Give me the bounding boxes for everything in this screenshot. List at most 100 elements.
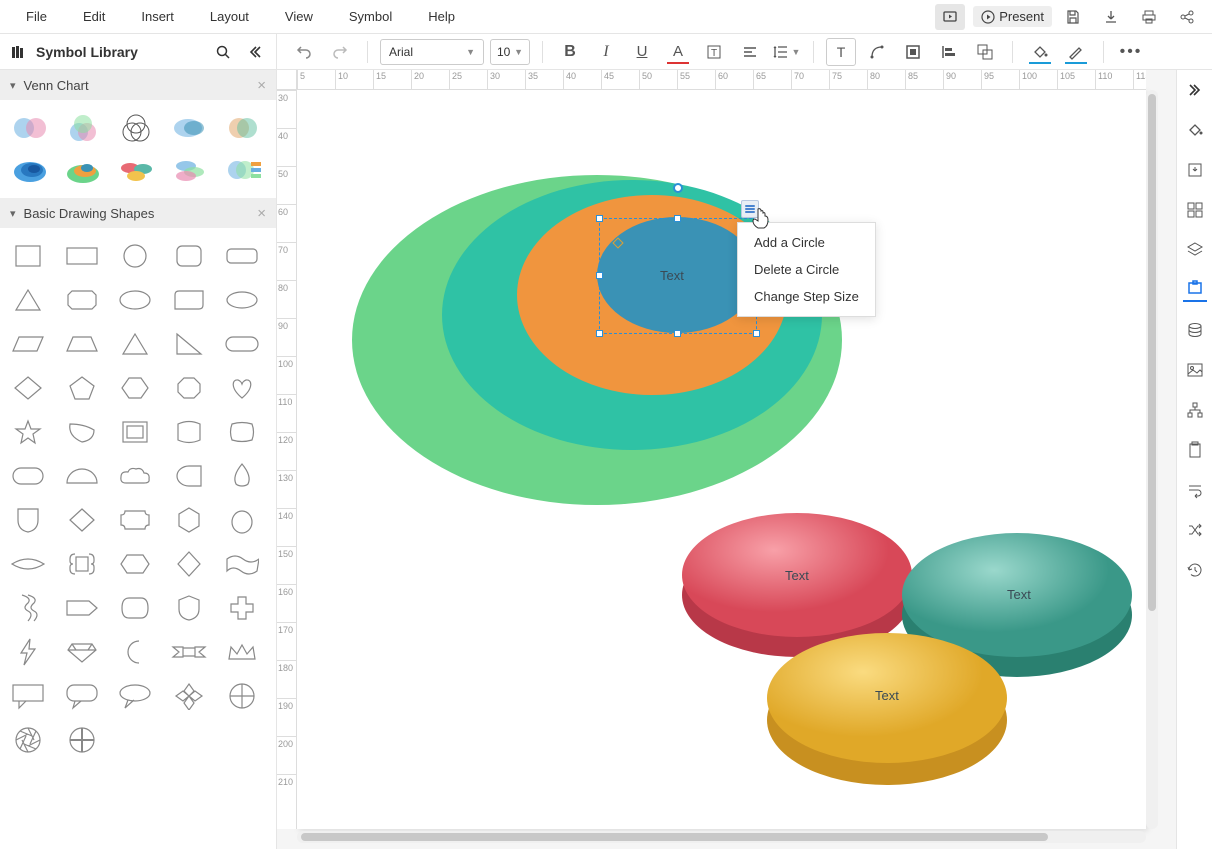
shape-shield2[interactable] — [167, 590, 211, 626]
right-clipboard-button[interactable] — [1183, 438, 1207, 462]
scrollbar-horizontal[interactable] — [297, 831, 1146, 843]
resize-handle[interactable] — [596, 272, 603, 279]
panel-shapes-header[interactable]: ▾ Basic Drawing Shapes × — [0, 198, 276, 228]
menu-view[interactable]: View — [267, 3, 331, 30]
underline-button[interactable]: U — [627, 38, 657, 66]
shape-star[interactable] — [6, 414, 50, 450]
right-collapse-button[interactable] — [1183, 78, 1207, 102]
menu-file[interactable]: File — [8, 3, 65, 30]
venn-thumb[interactable] — [168, 110, 212, 146]
shape-roundtab[interactable] — [6, 458, 50, 494]
connector-button[interactable] — [862, 38, 892, 66]
shape-diamond2[interactable] — [60, 502, 104, 538]
text-tool-button[interactable]: T — [826, 38, 856, 66]
menu-edit[interactable]: Edit — [65, 3, 123, 30]
shape-ellipse2[interactable] — [220, 282, 264, 318]
fill-button[interactable] — [1025, 38, 1055, 66]
right-wrap-button[interactable] — [1183, 478, 1207, 502]
undo-button[interactable] — [289, 38, 319, 66]
font-size-select[interactable]: 10 ▼ — [490, 39, 530, 65]
shape-triangle[interactable] — [6, 282, 50, 318]
shape-bolt[interactable] — [6, 634, 50, 670]
bold-button[interactable]: B — [555, 38, 585, 66]
canvas-page[interactable]: Text Add a Circle Delete a — [297, 90, 1146, 829]
shape-diamond3[interactable] — [167, 546, 211, 582]
venn-thumb[interactable] — [61, 110, 105, 146]
stroke-button[interactable] — [1061, 38, 1091, 66]
shape-egg[interactable] — [220, 502, 264, 538]
smart-action-button[interactable] — [741, 200, 759, 218]
right-layers-button[interactable] — [1183, 238, 1207, 262]
resize-handle[interactable] — [596, 215, 603, 222]
shape-hexagon[interactable] — [113, 370, 157, 406]
venn-thumb[interactable] — [168, 152, 212, 188]
shape-bevel[interactable] — [113, 414, 157, 450]
resize-handle[interactable] — [674, 330, 681, 337]
shape-crown[interactable] — [220, 634, 264, 670]
shape-triangle2[interactable] — [113, 326, 157, 362]
panel-close-button[interactable]: × — [257, 205, 266, 222]
redo-button[interactable] — [325, 38, 355, 66]
shape-diamond[interactable] — [6, 370, 50, 406]
shape-circle[interactable] — [113, 238, 157, 274]
shape-pill[interactable] — [220, 326, 264, 362]
highlight-button[interactable]: T — [699, 38, 729, 66]
group-button[interactable] — [970, 38, 1000, 66]
context-menu-delete[interactable]: Delete a Circle — [738, 256, 875, 283]
shape-hexvert[interactable] — [167, 502, 211, 538]
venn-thumb[interactable] — [114, 152, 158, 188]
context-menu-add[interactable]: Add a Circle — [738, 229, 875, 256]
shape-heart[interactable] — [220, 370, 264, 406]
line-spacing-button[interactable]: ▼ — [771, 38, 801, 66]
right-tree-button[interactable] — [1183, 398, 1207, 422]
shape-moon[interactable] — [113, 634, 157, 670]
venn-thumb[interactable] — [61, 152, 105, 188]
right-properties-button[interactable] — [1183, 278, 1207, 302]
shape-wave[interactable] — [220, 546, 264, 582]
shape-outline-button[interactable] — [898, 38, 928, 66]
shape-lens[interactable] — [6, 546, 50, 582]
library-collapse-button[interactable] — [244, 41, 266, 63]
shape-roundrect2[interactable] — [220, 238, 264, 274]
shape-cloud[interactable] — [113, 458, 157, 494]
shape-rect[interactable] — [60, 238, 104, 274]
shape-pie4[interactable] — [220, 678, 264, 714]
font-select[interactable]: Arial ▼ — [380, 39, 484, 65]
resize-handle[interactable] — [753, 330, 760, 337]
save-button[interactable] — [1056, 4, 1090, 30]
selection-box[interactable] — [599, 218, 757, 334]
right-history-button[interactable] — [1183, 558, 1207, 582]
shape-trapezoid[interactable] — [60, 326, 104, 362]
scrollbar-thumb[interactable] — [1148, 94, 1156, 611]
venn-thumb[interactable] — [8, 110, 52, 146]
rotation-handle[interactable] — [673, 183, 683, 193]
venn-thumb[interactable] — [114, 110, 158, 146]
shape-squiggle[interactable] — [6, 590, 50, 626]
venn-thumb[interactable] — [221, 152, 265, 188]
shape-square[interactable] — [6, 238, 50, 274]
more-button[interactable]: ••• — [1116, 38, 1146, 66]
shape-callout-rect[interactable] — [6, 678, 50, 714]
menu-layout[interactable]: Layout — [192, 3, 267, 30]
resize-handle[interactable] — [596, 330, 603, 337]
slideshow-button[interactable] — [935, 4, 965, 30]
right-data-button[interactable] — [1183, 318, 1207, 342]
shape-curved[interactable] — [167, 414, 211, 450]
shape-ellipse[interactable] — [113, 282, 157, 318]
shape-shield[interactable] — [6, 502, 50, 538]
right-fill-button[interactable] — [1183, 118, 1207, 142]
shape-ribbon[interactable] — [167, 634, 211, 670]
font-color-button[interactable]: A — [663, 38, 693, 66]
right-image-button[interactable] — [1183, 358, 1207, 382]
shape-pentagon[interactable] — [60, 370, 104, 406]
align-button[interactable] — [735, 38, 765, 66]
shape-gem[interactable] — [60, 634, 104, 670]
disc-yellow-label[interactable]: Text — [875, 688, 899, 703]
right-export-button[interactable] — [1183, 158, 1207, 182]
shape-hexflat[interactable] — [113, 546, 157, 582]
shape-plaque[interactable] — [113, 502, 157, 538]
align-obj-button[interactable] — [934, 38, 964, 66]
menu-symbol[interactable]: Symbol — [331, 3, 410, 30]
scrollbar-thumb[interactable] — [301, 833, 1048, 841]
present-button[interactable]: Present — [973, 6, 1052, 27]
